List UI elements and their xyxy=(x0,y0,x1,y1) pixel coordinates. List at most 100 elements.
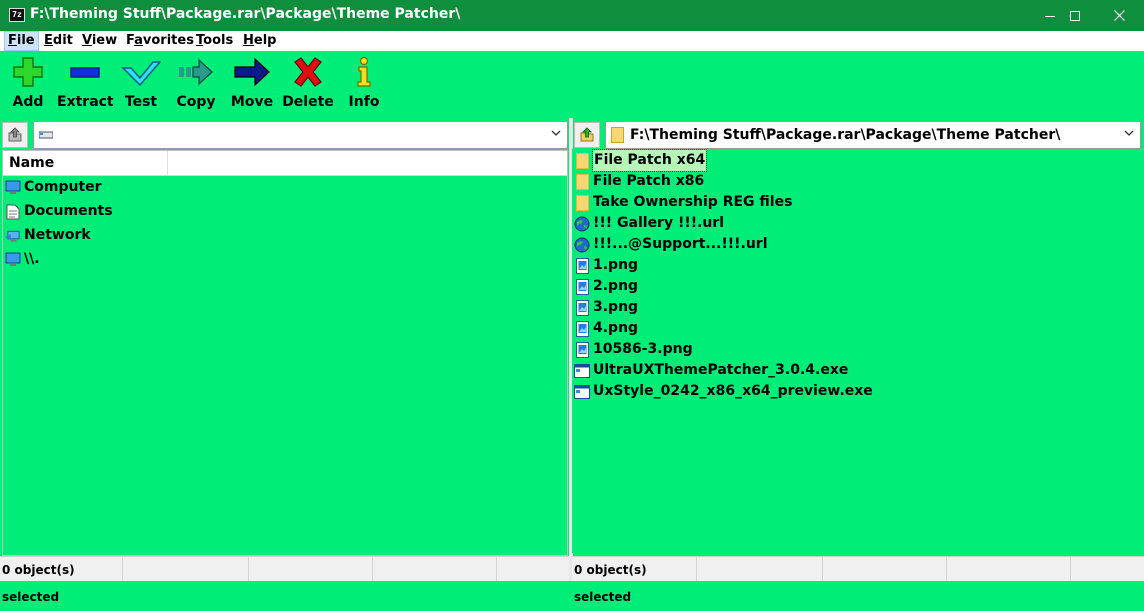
left-up-folder-button[interactable] xyxy=(2,122,28,148)
computer-icon xyxy=(5,180,21,196)
x-icon xyxy=(294,57,322,87)
right-up-folder-button[interactable] xyxy=(574,122,600,148)
menu-favorites[interactable]: Favorites xyxy=(122,33,198,48)
left-status-text: 0 object(s) selected xyxy=(2,557,123,604)
chevron-down-icon[interactable] xyxy=(1124,130,1134,137)
right-status-text: 0 object(s) selected xyxy=(574,557,697,604)
right-status-bar: 0 object(s) selected xyxy=(572,556,1144,604)
image-file-icon xyxy=(574,299,590,316)
right-list-item[interactable]: UxStyle_0242_x86_x64_preview.exe xyxy=(574,381,873,402)
copy-label: Copy xyxy=(176,94,216,110)
move-arrow-icon xyxy=(234,57,270,87)
delete-label: Delete xyxy=(282,94,334,110)
left-list-item[interactable]: Computer xyxy=(5,177,102,198)
right-item-label: Take Ownership REG files xyxy=(593,194,793,210)
delete-button[interactable]: Delete xyxy=(280,56,336,110)
computer-icon xyxy=(5,252,21,268)
right-status-cell-2 xyxy=(697,557,823,581)
folder-up-icon xyxy=(8,127,22,142)
menu-view[interactable]: View xyxy=(78,33,121,48)
window-title: F:\Theming Stuff\Package.rar\Package\The… xyxy=(30,6,461,22)
folder-icon xyxy=(574,152,590,169)
extract-label: Extract xyxy=(57,94,114,110)
right-list-item[interactable]: 4.png xyxy=(574,318,638,339)
right-list-item[interactable]: File Patch x64 xyxy=(574,149,708,172)
menu-bar: File Edit View Favorites Tools Help xyxy=(0,31,1144,51)
folder-icon xyxy=(574,194,590,211)
right-list-item[interactable]: Take Ownership REG files xyxy=(574,192,792,213)
right-list-item[interactable]: UltraUXThemePatcher_3.0.4.exe xyxy=(574,360,848,381)
image-file-icon xyxy=(574,278,590,295)
left-address-bar xyxy=(0,120,570,149)
chevron-down-icon[interactable] xyxy=(551,130,561,137)
left-file-list[interactable]: Name Computer Documents Network \\. xyxy=(2,150,568,556)
test-label: Test xyxy=(124,94,158,110)
checkmark-icon xyxy=(121,61,161,87)
left-status-bar: 0 object(s) selected xyxy=(0,556,570,604)
image-file-icon xyxy=(574,320,590,337)
maximize-button[interactable] xyxy=(1052,0,1098,31)
right-item-label: File Patch x64 xyxy=(591,149,708,172)
left-item-label: Documents xyxy=(24,203,113,219)
left-status-cell-2 xyxy=(123,557,249,581)
left-path-combobox[interactable] xyxy=(33,121,568,149)
name-column-header[interactable]: Name xyxy=(3,151,168,175)
right-path-text: F:\Theming Stuff\Package.rar\Package\The… xyxy=(630,127,1061,143)
info-button[interactable]: Info xyxy=(336,56,392,110)
copy-button[interactable]: Copy xyxy=(168,56,224,110)
right-list-item[interactable]: File Patch x86 xyxy=(574,171,704,192)
add-button[interactable]: Add xyxy=(0,56,56,110)
globe-icon xyxy=(574,216,590,232)
menu-help[interactable]: Help xyxy=(239,33,280,48)
close-button[interactable] xyxy=(1096,0,1142,31)
exe-file-icon xyxy=(574,384,590,400)
right-item-label: 3.png xyxy=(593,299,639,315)
toolbar: Add Extract Test Copy Move Delete Info xyxy=(0,51,1144,118)
left-list-item[interactable]: Documents xyxy=(5,201,113,222)
right-item-label: !!! Gallery !!!.url xyxy=(593,215,725,231)
left-item-label: \\. xyxy=(24,251,40,267)
plus-icon xyxy=(13,57,43,87)
left-pane: Name Computer Documents Network \\. 0 objec… xyxy=(0,118,570,604)
menu-edit[interactable]: Edit xyxy=(40,33,77,48)
image-file-icon xyxy=(574,257,590,274)
maximize-icon xyxy=(1070,10,1080,21)
right-list-item[interactable]: !!! Gallery !!!.url xyxy=(574,213,724,234)
folder-icon xyxy=(574,173,590,190)
left-list-item[interactable]: \\. xyxy=(5,249,40,270)
extract-button[interactable]: Extract xyxy=(57,56,114,110)
right-item-label: 2.png xyxy=(593,278,639,294)
image-file-icon xyxy=(574,341,590,358)
menu-file[interactable]: File xyxy=(4,31,39,51)
right-address-bar: F:\Theming Stuff\Package.rar\Package\The… xyxy=(572,120,1144,149)
right-item-label: UltraUXThemePatcher_3.0.4.exe xyxy=(593,362,849,378)
right-file-list[interactable]: File Patch x64 File Patch x86 Take Ownersh… xyxy=(572,149,1144,553)
folder-up-icon xyxy=(580,127,594,142)
info-icon xyxy=(357,56,371,87)
menu-tools[interactable]: Tools xyxy=(192,33,237,48)
title-bar[interactable]: 7z F:\Theming Stuff\Package.rar\Package\… xyxy=(0,0,1144,31)
move-label: Move xyxy=(230,94,274,110)
right-status-cell-3 xyxy=(823,557,947,581)
globe-icon xyxy=(574,237,590,253)
copy-arrow-icon xyxy=(179,58,213,86)
right-item-label: !!!...@Support...!!!.url xyxy=(593,236,768,252)
right-list-item[interactable]: 2.png xyxy=(574,276,638,297)
right-list-item[interactable]: 10586-3.png xyxy=(574,339,693,360)
test-button[interactable]: Test xyxy=(113,56,169,110)
left-list-item[interactable]: Network xyxy=(5,225,91,246)
left-item-label: Network xyxy=(24,227,91,243)
move-button[interactable]: Move xyxy=(224,56,280,110)
info-label: Info xyxy=(348,94,380,110)
right-list-item[interactable]: 1.png xyxy=(574,255,638,276)
left-status-cell-3 xyxy=(249,557,373,581)
right-list-item[interactable]: !!!...@Support...!!!.url xyxy=(574,234,768,255)
right-list-item[interactable]: 3.png xyxy=(574,297,638,318)
add-label: Add xyxy=(12,94,44,110)
drive-icon xyxy=(39,131,53,139)
right-path-combobox[interactable]: F:\Theming Stuff\Package.rar\Package\The… xyxy=(605,121,1141,149)
folder-icon xyxy=(611,127,624,143)
network-icon xyxy=(5,228,21,244)
left-item-label: Computer xyxy=(24,179,102,195)
app-logo-icon[interactable]: 7z xyxy=(9,8,25,22)
